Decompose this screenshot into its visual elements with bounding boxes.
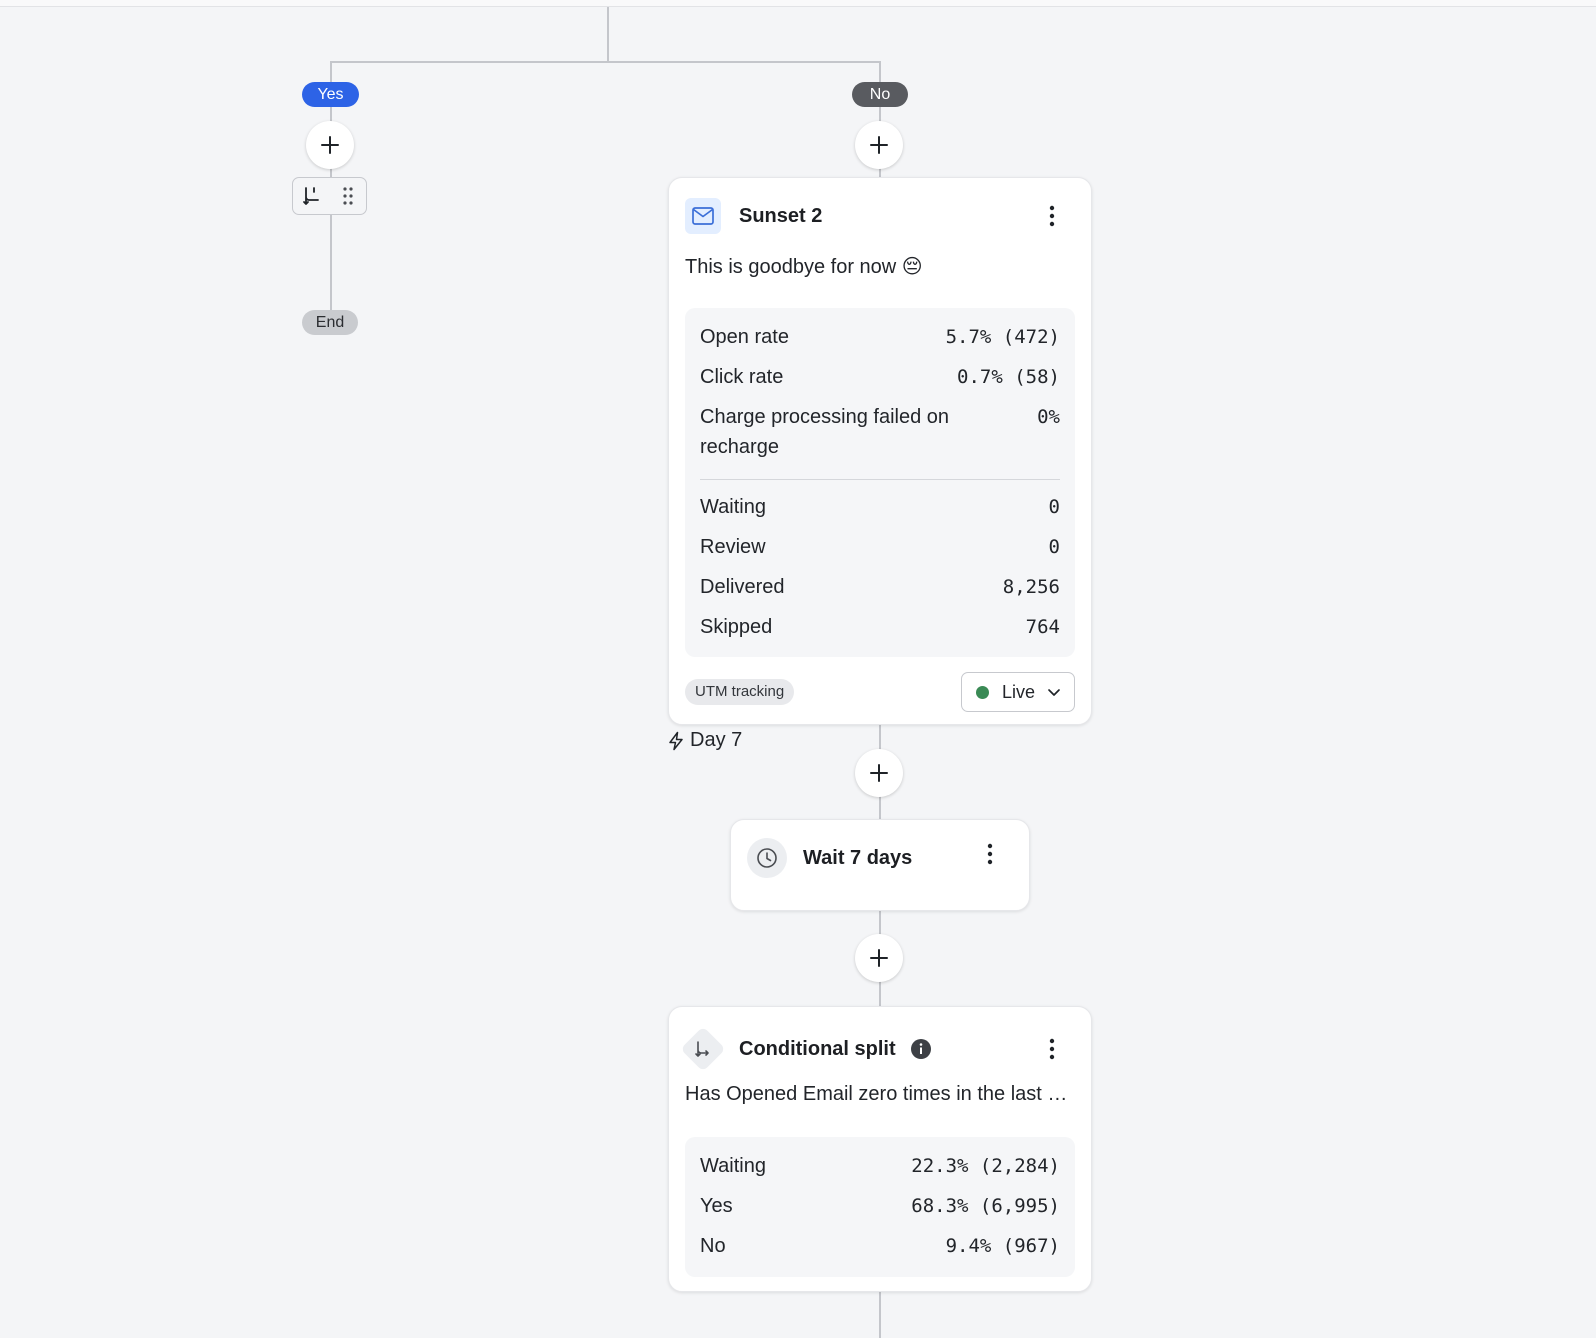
stat-value: 0% <box>1037 406 1060 428</box>
conditional-split-icon <box>695 1041 709 1057</box>
split-branch-icon <box>303 187 320 205</box>
lightning-icon <box>669 731 683 750</box>
stat-row: Click rate 0.7% (58) <box>700 362 1060 392</box>
clock-icon-badge <box>747 838 787 878</box>
email-step-title: Sunset 2 <box>739 204 823 227</box>
email-stats-panel: Open rate 5.7% (472) Click rate 0.7% (58… <box>685 308 1075 657</box>
wait-step-card[interactable]: Wait 7 days <box>730 819 1030 911</box>
email-step-card[interactable]: Sunset 2 This is goodbye for now 😔 Open … <box>668 177 1092 725</box>
split-stats-panel: Waiting 22.3% (2,284) Yes 68.3% (6,995) … <box>685 1137 1075 1277</box>
split-step-title: Conditional split <box>739 1037 896 1060</box>
stat-row: No 9.4% (967) <box>700 1231 1060 1261</box>
canvas-top-edge <box>0 0 1596 7</box>
split-icon-badge <box>680 1026 726 1072</box>
stat-row: Yes 68.3% (6,995) <box>700 1191 1060 1221</box>
stat-label: Skipped <box>700 616 773 638</box>
plus-icon <box>870 764 888 782</box>
plus-icon <box>870 136 888 154</box>
add-step-button[interactable] <box>855 934 903 982</box>
trigger-day-text: Day 7 <box>690 729 743 751</box>
plus-icon <box>870 949 888 967</box>
stat-value: 22.3% (2,284) <box>911 1155 1060 1177</box>
stat-label: No <box>700 1235 726 1257</box>
stat-value: 764 <box>1025 616 1060 638</box>
status-label: Live <box>1002 681 1036 702</box>
stat-value: 68.3% (6,995) <box>911 1195 1060 1217</box>
branch-yes-pill: Yes <box>302 82 359 107</box>
stat-value: 9.4% (967) <box>945 1235 1060 1257</box>
email-step-menu-button[interactable] <box>1037 200 1067 232</box>
utm-tracking-badge: UTM tracking <box>685 679 795 705</box>
mail-icon <box>692 207 714 225</box>
more-vertical-icon <box>1049 1038 1055 1060</box>
stat-label: Review <box>700 536 766 558</box>
status-live-dot <box>976 685 989 699</box>
stat-row: Skipped 764 <box>700 612 1060 642</box>
chevron-down-icon <box>1047 688 1061 697</box>
stat-label: Yes <box>700 1195 733 1217</box>
split-branch-button[interactable] <box>293 178 330 214</box>
stat-row: Waiting 22.3% (2,284) <box>700 1151 1060 1181</box>
info-icon <box>910 1039 931 1059</box>
stat-label: Waiting <box>700 496 766 518</box>
wait-step-menu-button[interactable] <box>975 838 1005 870</box>
stat-row: Open rate 5.7% (472) <box>700 322 1060 352</box>
stat-row: Charge processing failed on recharge 0% <box>700 402 1060 462</box>
split-condition: Has Opened Email zero times in the last … <box>685 1083 1075 1105</box>
more-vertical-icon <box>987 843 993 865</box>
add-step-button[interactable] <box>855 121 903 169</box>
stat-value: 8,256 <box>1002 576 1060 598</box>
stat-value: 0.7% (58) <box>957 366 1060 388</box>
email-subject: This is goodbye for now 😔 <box>685 256 923 278</box>
stat-label: Waiting <box>700 1155 766 1177</box>
more-vertical-icon <box>1049 205 1055 227</box>
conditional-split-card[interactable]: Conditional split Has Opened Email zero … <box>668 1006 1092 1292</box>
branch-no-pill: No <box>852 82 908 107</box>
stats-divider <box>700 479 1060 480</box>
add-step-button[interactable] <box>855 749 903 797</box>
stat-label: Delivered <box>700 576 785 598</box>
info-button[interactable] <box>910 1038 932 1060</box>
stat-value: 0 <box>1048 496 1060 518</box>
drag-handle-icon <box>343 187 353 205</box>
add-step-button[interactable] <box>306 121 354 169</box>
connector-line <box>607 7 609 62</box>
split-step-menu-button[interactable] <box>1037 1033 1067 1065</box>
stat-value: 0 <box>1048 536 1060 558</box>
stat-label: Open rate <box>700 326 789 348</box>
stat-label: Charge processing failed on recharge <box>700 406 950 458</box>
wait-step-title: Wait 7 days <box>803 846 913 869</box>
stat-row: Review 0 <box>700 532 1060 562</box>
branch-controls <box>292 177 367 215</box>
stat-row: Delivered 8,256 <box>700 572 1060 602</box>
stat-row: Waiting 0 <box>700 492 1060 522</box>
drag-handle[interactable] <box>330 178 367 214</box>
connector-line <box>330 61 880 63</box>
trigger-day-label: Day 7 <box>668 729 742 752</box>
stat-value: 5.7% (472) <box>945 326 1060 348</box>
plus-icon <box>321 136 339 154</box>
stat-label: Click rate <box>700 366 784 388</box>
clock-icon <box>757 848 777 868</box>
end-pill: End <box>302 310 358 335</box>
email-icon-badge <box>685 198 721 234</box>
status-dropdown[interactable]: Live <box>961 672 1075 712</box>
